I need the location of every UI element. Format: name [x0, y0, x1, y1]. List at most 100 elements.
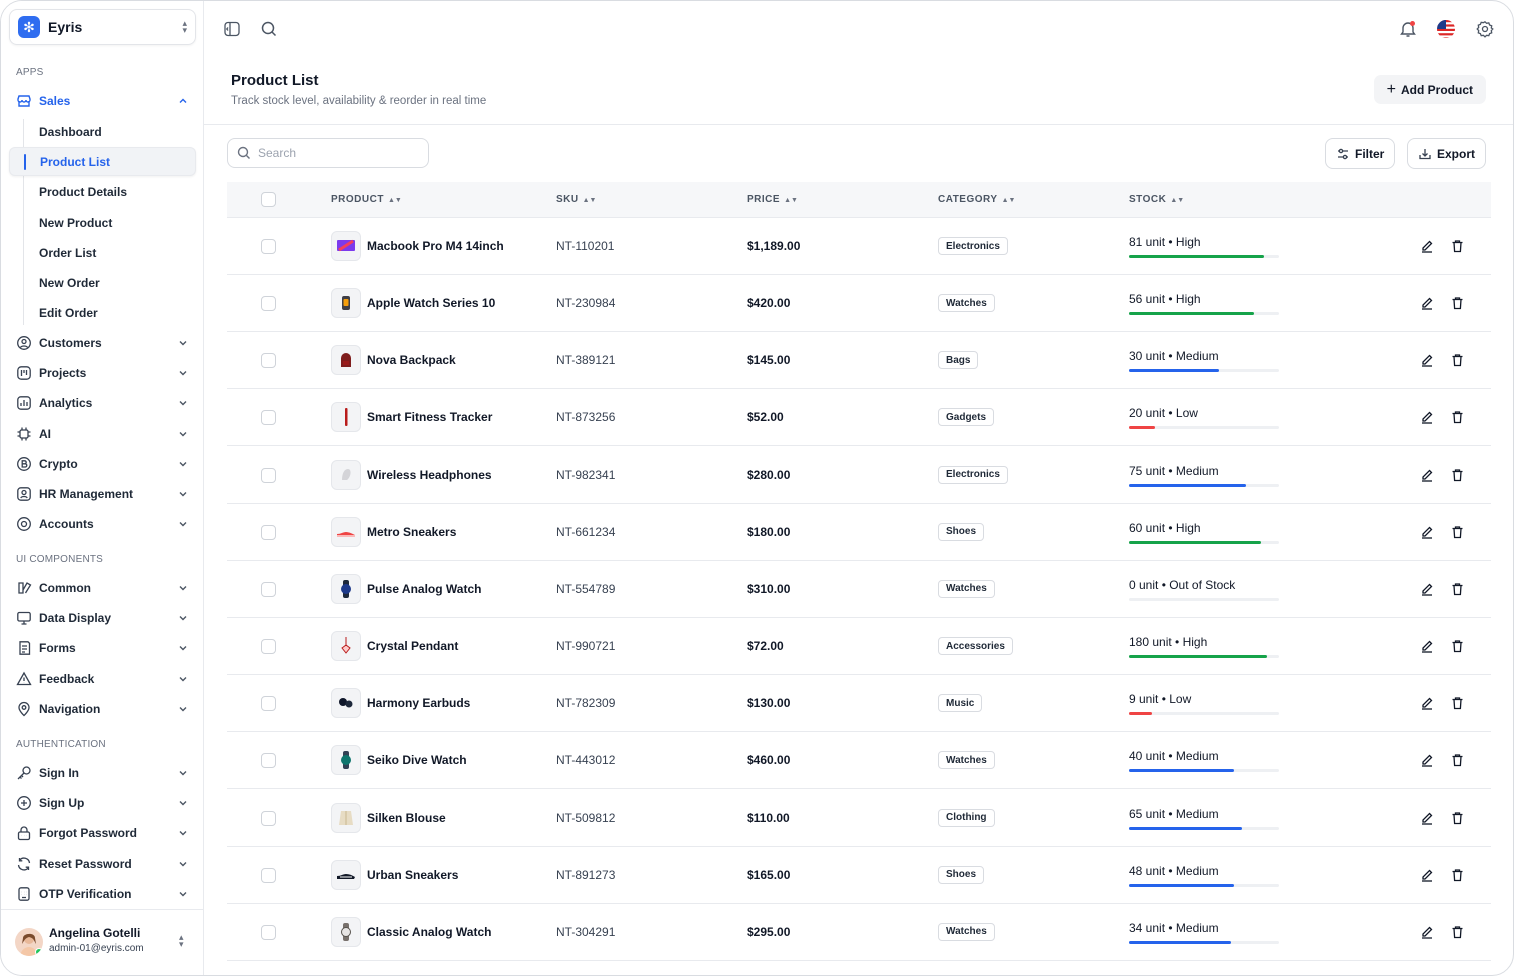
product-name[interactable]: Nova Backpack: [367, 353, 456, 367]
product-name[interactable]: Metro Sneakers: [367, 525, 456, 539]
product-name[interactable]: Wireless Headphones: [367, 468, 492, 482]
edit-icon[interactable]: [1419, 524, 1435, 540]
edit-icon[interactable]: [1419, 581, 1435, 597]
table-row[interactable]: Harmony Earbuds NT-782309 $130.00 Music 9 un…: [227, 675, 1491, 733]
sidebar-item-sign-in[interactable]: Sign In: [9, 760, 196, 786]
row-checkbox[interactable]: [261, 467, 276, 483]
table-row[interactable]: Pulse Analog Watch NT-554789 $310.00 Watche…: [227, 561, 1491, 618]
edit-icon[interactable]: [1419, 695, 1435, 711]
row-checkbox[interactable]: [261, 524, 276, 540]
product-name[interactable]: Harmony Earbuds: [367, 696, 470, 710]
column-header-price[interactable]: PRICE ▲▼: [747, 194, 798, 205]
delete-trash-icon[interactable]: [1449, 695, 1465, 711]
row-checkbox[interactable]: [261, 410, 276, 426]
table-row[interactable]: Macbook Pro M4 14inch NT-110201 $1,189.00 E…: [227, 218, 1491, 275]
delete-trash-icon[interactable]: [1449, 638, 1465, 654]
sidebar-item-hr-management[interactable]: HR Management: [9, 481, 196, 507]
notification-bell-icon[interactable]: [1398, 19, 1418, 39]
row-checkbox[interactable]: [261, 924, 276, 940]
column-header-sku[interactable]: SKU ▲▼: [556, 194, 596, 205]
add-product-button[interactable]: + Add Product: [1373, 75, 1486, 104]
filter-button[interactable]: Filter: [1325, 138, 1396, 169]
table-row[interactable]: Metro Sneakers NT-661234 $180.00 Shoes 60 un…: [227, 504, 1491, 561]
row-checkbox[interactable]: [261, 753, 276, 769]
delete-trash-icon[interactable]: [1449, 752, 1465, 768]
sidebar-item-forgot-password[interactable]: Forgot Password: [9, 820, 196, 846]
product-name[interactable]: Seiko Dive Watch: [367, 753, 467, 767]
sidebar-subitem-product-details[interactable]: Product Details: [9, 177, 196, 206]
column-header-product[interactable]: PRODUCT ▲▼: [331, 194, 402, 205]
product-name[interactable]: Silken Blouse: [367, 811, 446, 825]
search-input[interactable]: Search: [227, 138, 429, 168]
workspace-switcher[interactable]: ✻ Eyris ▴ ▾: [9, 9, 196, 45]
sidebar-item-crypto[interactable]: Crypto: [9, 451, 196, 477]
product-name[interactable]: Classic Analog Watch: [367, 925, 491, 939]
chevron-updown-icon[interactable]: ▴ ▾: [179, 933, 184, 949]
delete-trash-icon[interactable]: [1449, 295, 1465, 311]
product-name[interactable]: Smart Fitness Tracker: [367, 410, 492, 424]
sidebar-subitem-dashboard[interactable]: Dashboard: [9, 117, 196, 146]
sidebar-item-feedback[interactable]: Feedback: [9, 666, 196, 692]
edit-icon[interactable]: [1419, 867, 1435, 883]
edit-icon[interactable]: [1419, 810, 1435, 826]
product-name[interactable]: Macbook Pro M4 14inch: [367, 239, 504, 253]
export-button[interactable]: Export: [1407, 138, 1487, 169]
sidebar-toggle-icon[interactable]: [222, 19, 242, 39]
table-row[interactable]: Classic Analog Watch NT-304291 $295.00 Watc…: [227, 904, 1491, 961]
search-icon[interactable]: [259, 19, 279, 39]
sidebar-subitem-edit-order[interactable]: Edit Order: [9, 298, 196, 327]
delete-trash-icon[interactable]: [1449, 352, 1465, 368]
table-row[interactable]: Apple Watch Series 10 NT-230984 $420.00 Wat…: [227, 275, 1491, 333]
delete-trash-icon[interactable]: [1449, 810, 1465, 826]
sidebar-item-reset-password[interactable]: Reset Password: [9, 851, 196, 877]
sidebar-item-forms[interactable]: Forms: [9, 635, 196, 661]
sidebar-item-common[interactable]: Common: [9, 575, 196, 601]
table-row[interactable]: Silken Blouse NT-509812 $110.00 Clothing 65 …: [227, 790, 1491, 847]
sidebar-item-otp-verification[interactable]: OTP Verification: [9, 881, 196, 907]
delete-trash-icon[interactable]: [1449, 467, 1465, 483]
sidebar-item-sales[interactable]: Sales: [9, 88, 196, 114]
table-row[interactable]: Wireless Headphones NT-982341 $280.00 Elect…: [227, 447, 1491, 504]
product-name[interactable]: Pulse Analog Watch: [367, 582, 481, 596]
sidebar-subitem-order-list[interactable]: Order List: [9, 238, 196, 267]
edit-icon[interactable]: [1419, 352, 1435, 368]
product-name[interactable]: Urban Sneakers: [367, 868, 458, 882]
sidebar-item-analytics[interactable]: Analytics: [9, 390, 196, 416]
row-checkbox[interactable]: [261, 696, 276, 712]
us-flag-icon[interactable]: [1436, 19, 1456, 39]
sidebar-item-accounts[interactable]: Accounts: [9, 511, 196, 537]
table-row[interactable]: Urban Sneakers NT-891273 $165.00 Shoes 48 un…: [227, 847, 1491, 904]
sidebar-item-sign-up[interactable]: Sign Up: [9, 790, 196, 816]
edit-icon[interactable]: [1419, 467, 1435, 483]
select-all-checkbox[interactable]: [261, 192, 276, 207]
product-name[interactable]: Crystal Pendant: [367, 639, 458, 653]
delete-trash-icon[interactable]: [1449, 867, 1465, 883]
sidebar-item-customers[interactable]: Customers: [9, 330, 196, 356]
delete-trash-icon[interactable]: [1449, 924, 1465, 940]
sidebar-item-navigation[interactable]: Navigation: [9, 696, 196, 722]
edit-icon[interactable]: [1419, 238, 1435, 254]
column-header-category[interactable]: CATEGORY ▲▼: [938, 194, 1015, 205]
table-row[interactable]: Smart Fitness Tracker NT-873256 $52.00 Gadg…: [227, 389, 1491, 447]
edit-icon[interactable]: [1419, 295, 1435, 311]
row-checkbox[interactable]: [261, 296, 276, 312]
sidebar-subitem-new-order[interactable]: New Order: [9, 268, 196, 297]
table-row[interactable]: Crystal Pendant NT-990721 $72.00 Accessorie…: [227, 618, 1491, 676]
settings-gear-icon[interactable]: [1475, 19, 1495, 39]
row-checkbox[interactable]: [261, 239, 276, 254]
table-row[interactable]: Nova Backpack NT-389121 $145.00 Bags 30 unit…: [227, 332, 1491, 390]
delete-trash-icon[interactable]: [1449, 409, 1465, 425]
delete-trash-icon[interactable]: [1449, 238, 1465, 254]
edit-icon[interactable]: [1419, 752, 1435, 768]
row-checkbox[interactable]: [261, 581, 276, 597]
sidebar-subitem-product-list[interactable]: Product List: [9, 147, 196, 176]
row-checkbox[interactable]: [261, 639, 276, 655]
row-checkbox[interactable]: [261, 867, 276, 883]
table-row[interactable]: Seiko Dive Watch NT-443012 $460.00 Watches 4…: [227, 732, 1491, 790]
sidebar-item-projects[interactable]: Projects: [9, 360, 196, 386]
edit-icon[interactable]: [1419, 638, 1435, 654]
sidebar-subitem-new-product[interactable]: New Product: [9, 208, 196, 237]
delete-trash-icon[interactable]: [1449, 524, 1465, 540]
column-header-stock[interactable]: STOCK ▲▼: [1129, 194, 1184, 205]
row-checkbox[interactable]: [261, 353, 276, 369]
